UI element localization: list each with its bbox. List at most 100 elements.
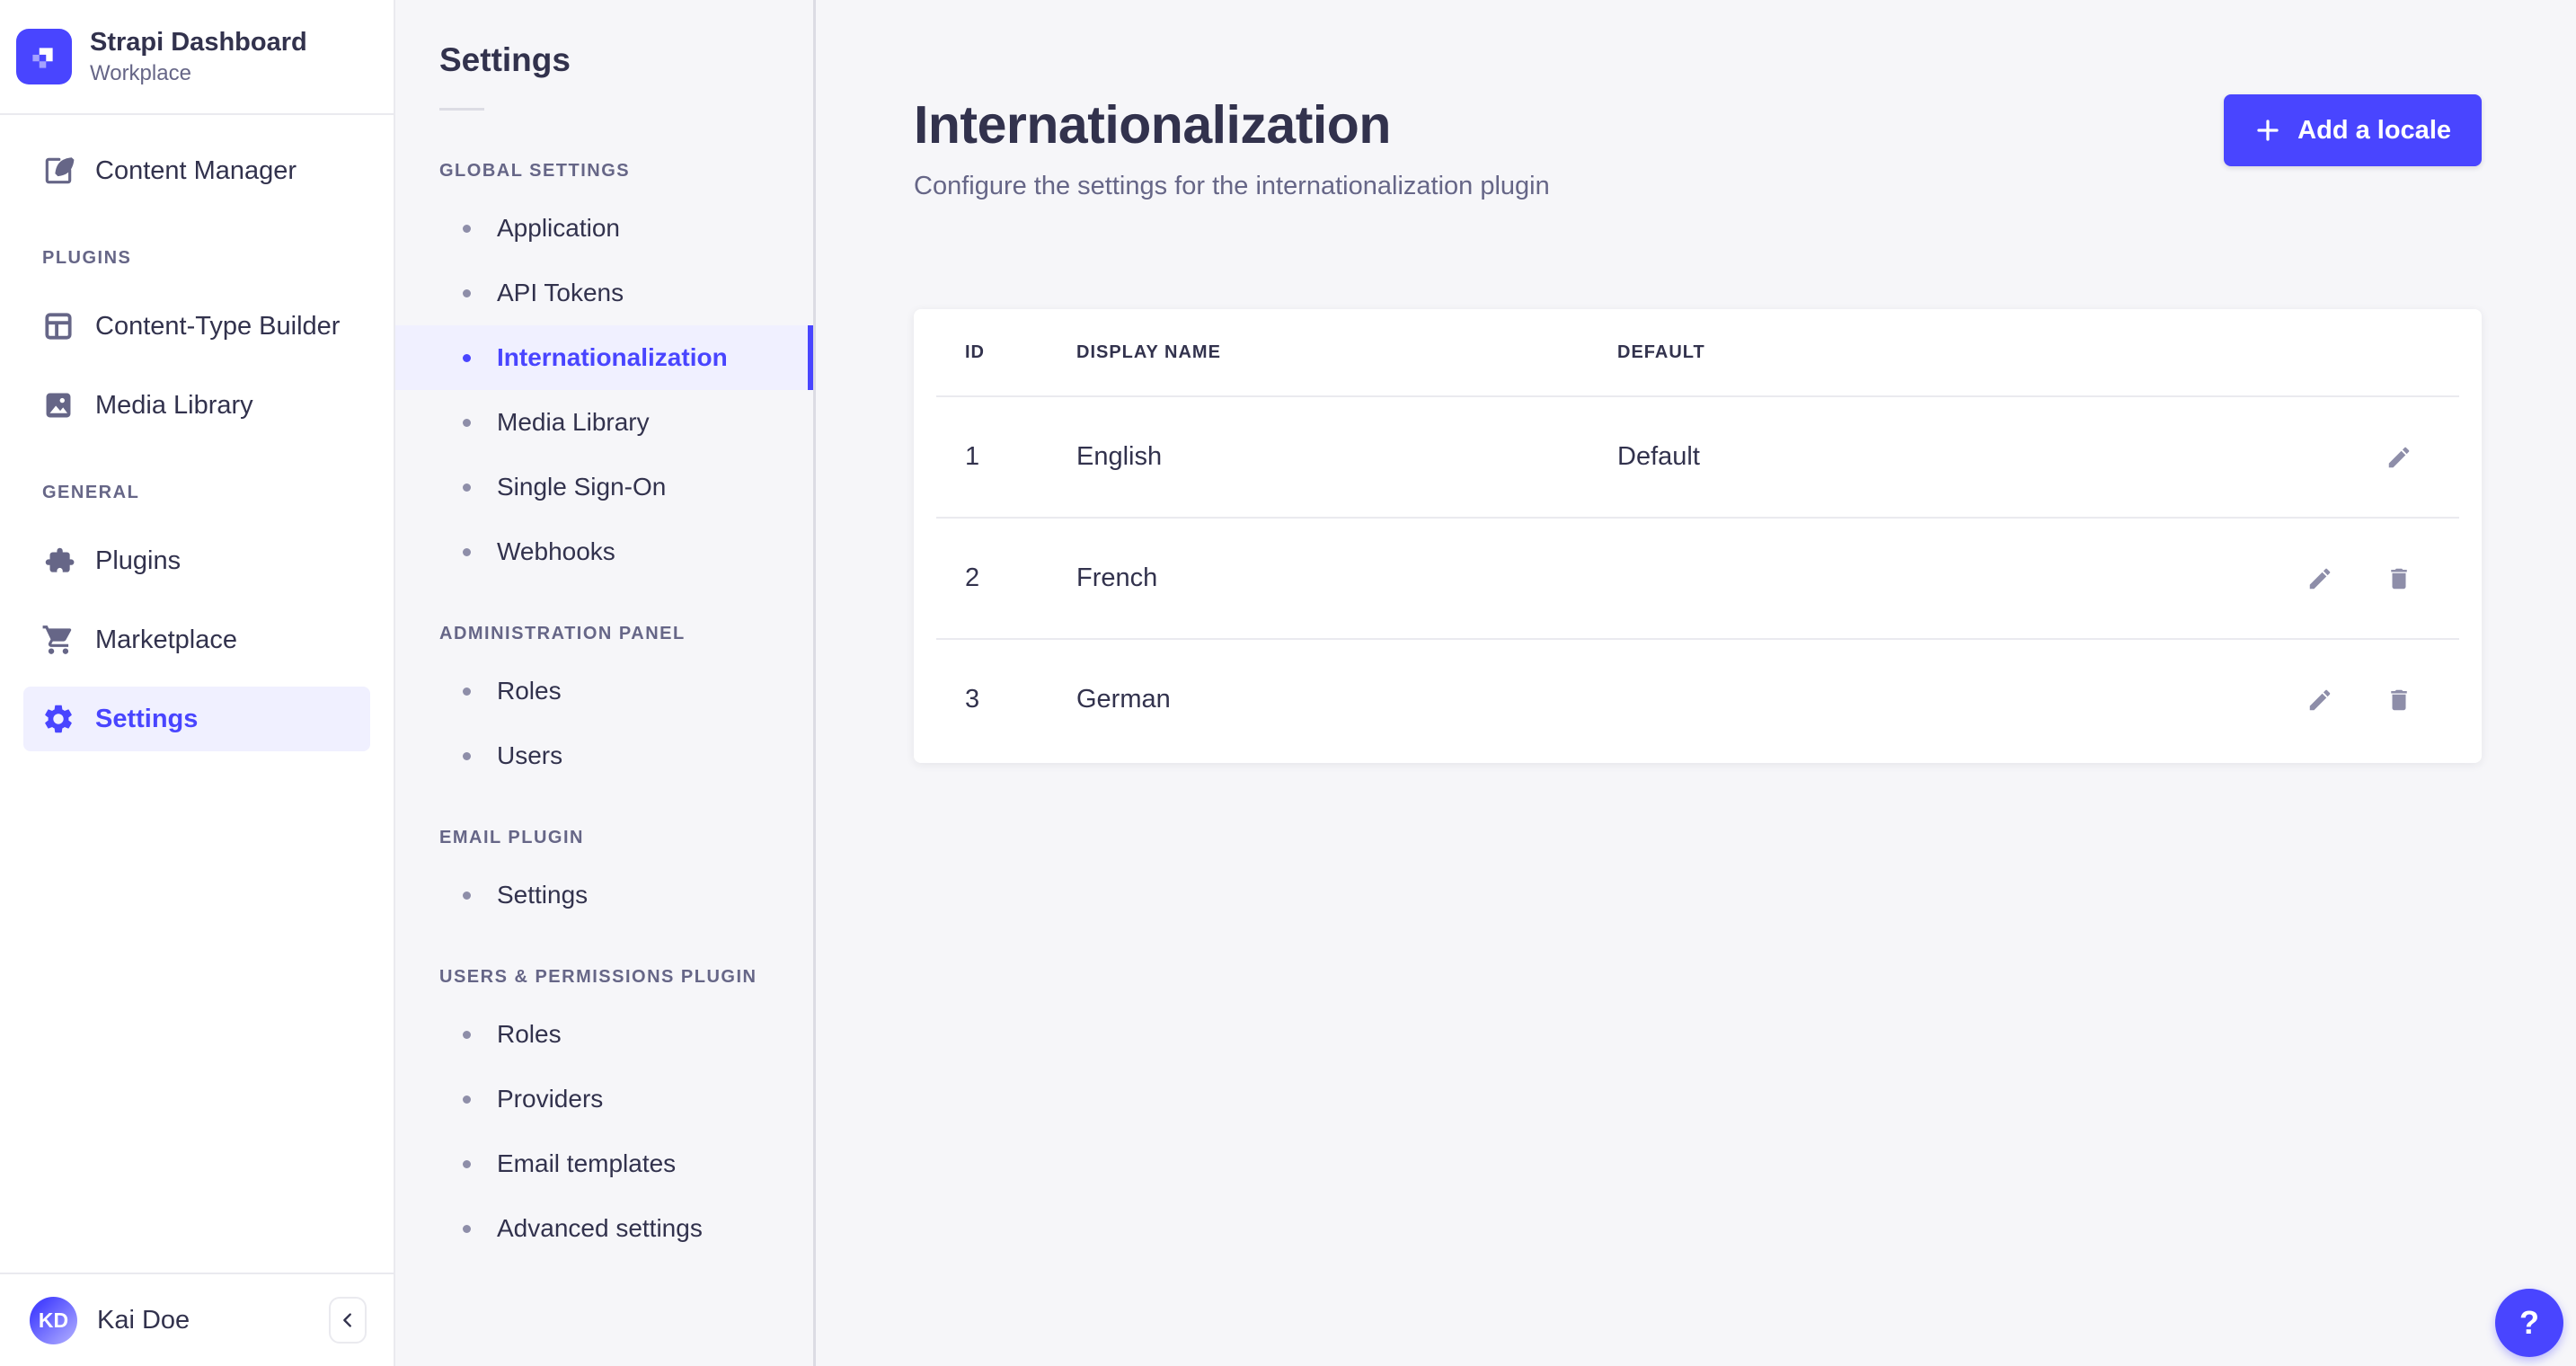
subnav-item-internationalization[interactable]: Internationalization	[395, 325, 813, 390]
subnav-item-email-settings[interactable]: Settings	[395, 863, 813, 927]
gear-icon	[41, 702, 75, 736]
user-avatar[interactable]: KD	[30, 1296, 77, 1344]
subnav-item-advanced-settings[interactable]: Advanced settings	[395, 1196, 813, 1261]
chevron-left-icon	[338, 1310, 358, 1330]
subnav-item-application[interactable]: Application	[395, 196, 813, 261]
row-actions	[2300, 559, 2419, 599]
sidebar-item-media-library[interactable]: Media Library	[23, 373, 370, 438]
layout-grid-icon	[41, 309, 75, 343]
sidebar-footer: KD Kai Doe	[0, 1273, 394, 1366]
app-window: Strapi Dashboard Workplace Content Manag…	[0, 0, 2576, 1366]
table-row: 2 French	[936, 517, 2459, 638]
edit-locale-button[interactable]	[2300, 680, 2340, 720]
subnav-item-label: Email templates	[497, 1149, 677, 1177]
settings-subnav-title: Settings	[439, 41, 571, 78]
strapi-logo-icon	[16, 29, 72, 84]
sidebar-section-plugins: PLUGINS	[42, 248, 132, 268]
subnav-item-label: API Tokens	[497, 279, 624, 306]
cell-id: 1	[965, 442, 980, 471]
subnav-item-admin-users[interactable]: Users	[395, 723, 813, 788]
pencil-icon	[2386, 444, 2412, 471]
subnav-section-users-permissions-plugin: USERS & PERMISSIONS PLUGIN	[439, 967, 757, 987]
bullet-icon	[463, 418, 471, 427]
trash-icon	[2386, 687, 2412, 714]
sidebar-nav: Content Manager PLUGINS Content-Type Bui…	[0, 115, 394, 751]
cell-id: 3	[965, 685, 980, 714]
question-mark-icon: ?	[2519, 1304, 2539, 1341]
sidebar-item-content-manager[interactable]: Content Manager	[23, 138, 370, 203]
subnav-section-global-settings: GLOBAL SETTINGS	[439, 161, 631, 181]
subnav-item-media-library[interactable]: Media Library	[395, 390, 813, 455]
sidebar-item-label: Media Library	[95, 390, 253, 420]
delete-locale-button[interactable]	[2379, 680, 2419, 720]
locales-table-card: ID DISPLAY NAME DEFAULT 1 English Defaul…	[914, 309, 2482, 763]
subnav-item-label: Internationalization	[497, 343, 728, 371]
bullet-icon	[463, 687, 471, 696]
bullet-icon	[463, 891, 471, 900]
subnav-item-label: Roles	[497, 1020, 562, 1048]
bullet-icon	[463, 1159, 471, 1168]
workspace-header[interactable]: Strapi Dashboard Workplace	[0, 0, 394, 115]
bullet-icon	[463, 547, 471, 556]
cell-id: 2	[965, 563, 980, 592]
shopping-cart-icon	[41, 623, 75, 657]
row-actions	[2300, 680, 2419, 720]
subnav-item-label: Media Library	[497, 408, 650, 436]
sidebar-item-marketplace[interactable]: Marketplace	[23, 608, 370, 672]
subnav-item-api-tokens[interactable]: API Tokens	[395, 261, 813, 325]
add-locale-button[interactable]: Add a locale	[2224, 94, 2482, 166]
table-row: 1 English Default	[936, 395, 2459, 517]
sidebar-item-label: Content-Type Builder	[95, 311, 341, 341]
cell-display-name: German	[1076, 685, 1171, 714]
bullet-icon	[463, 288, 471, 297]
sidebar-item-content-type-builder[interactable]: Content-Type Builder	[23, 294, 370, 359]
workspace-subtitle: Workplace	[90, 60, 191, 85]
subnav-item-providers[interactable]: Providers	[395, 1067, 813, 1131]
subnav-item-label: Single Sign-On	[497, 473, 667, 501]
trash-icon	[2386, 565, 2412, 592]
subnav-item-email-templates[interactable]: Email templates	[395, 1131, 813, 1196]
edit-locale-button[interactable]	[2379, 438, 2419, 477]
plus-icon	[2254, 117, 2281, 144]
subnav-item-label: Application	[497, 214, 620, 242]
divider	[439, 108, 484, 111]
page-subtitle: Configure the settings for the internati…	[914, 172, 1550, 200]
cell-default: Default	[1617, 442, 1700, 471]
subnav-item-label: Advanced settings	[497, 1214, 703, 1242]
subnav-item-up-roles[interactable]: Roles	[395, 1002, 813, 1067]
delete-locale-button[interactable]	[2379, 559, 2419, 599]
subnav-item-label: Settings	[497, 881, 589, 909]
subnav-item-label: Webhooks	[497, 537, 615, 565]
table-row: 3 German	[936, 638, 2459, 759]
subnav-section-administration-panel: ADMINISTRATION PANEL	[439, 624, 686, 643]
cell-display-name: French	[1076, 563, 1158, 592]
cell-display-name: English	[1076, 442, 1163, 471]
subnav-item-admin-roles[interactable]: Roles	[395, 659, 813, 723]
puzzle-icon	[41, 544, 75, 578]
pencil-icon	[2306, 565, 2333, 592]
sidebar-item-label: Marketplace	[95, 625, 237, 654]
settings-subnav: Settings GLOBAL SETTINGS Application API…	[395, 0, 816, 1366]
main-sidebar: Strapi Dashboard Workplace Content Manag…	[0, 0, 395, 1366]
collapse-sidebar-button[interactable]	[329, 1297, 367, 1344]
bullet-icon	[463, 1095, 471, 1104]
sidebar-item-settings[interactable]: Settings	[23, 687, 370, 751]
subnav-item-single-sign-on[interactable]: Single Sign-On	[395, 455, 813, 519]
feather-icon	[41, 154, 75, 188]
page-title: Internationalization	[914, 95, 1391, 155]
sidebar-item-label: Plugins	[95, 546, 181, 575]
bullet-icon	[463, 353, 471, 362]
edit-locale-button[interactable]	[2300, 559, 2340, 599]
sidebar-item-label: Settings	[95, 704, 199, 733]
column-header-default: DEFAULT	[1617, 342, 1705, 362]
workspace-title: Strapi Dashboard	[90, 28, 307, 58]
image-icon	[41, 388, 75, 422]
sidebar-item-plugins[interactable]: Plugins	[23, 528, 370, 593]
main-content: Internationalization Configure the setti…	[816, 0, 2576, 1366]
help-button[interactable]: ?	[2495, 1289, 2563, 1357]
subnav-section-email-plugin: EMAIL PLUGIN	[439, 828, 584, 847]
subnav-item-webhooks[interactable]: Webhooks	[395, 519, 813, 584]
sidebar-item-label: Content Manager	[95, 155, 297, 185]
bullet-icon	[463, 751, 471, 760]
column-header-id: ID	[965, 342, 985, 362]
